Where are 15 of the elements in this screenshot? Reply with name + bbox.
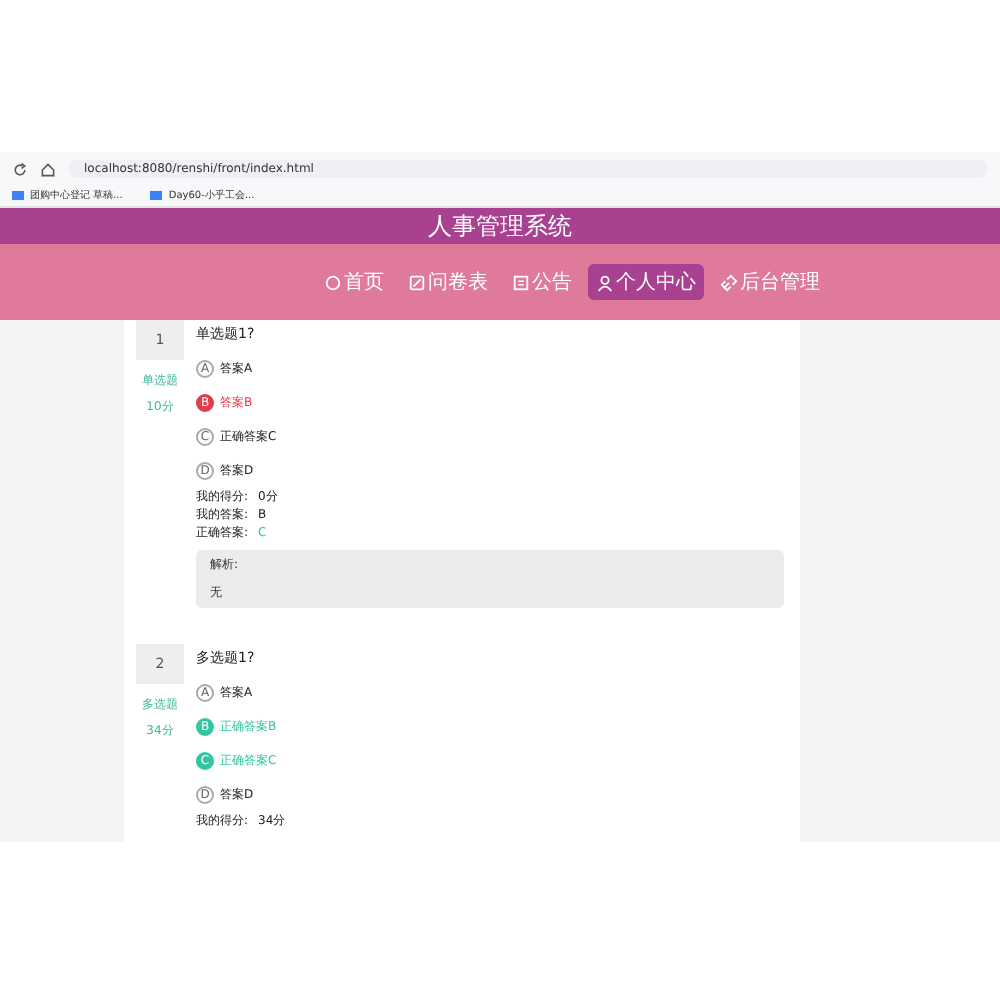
- nav-link[interactable]: 个人中心: [588, 264, 704, 300]
- edit-icon: [408, 273, 426, 291]
- home-icon[interactable]: [40, 161, 56, 177]
- nav-link[interactable]: 问卷表: [400, 264, 496, 300]
- link-icon: [720, 273, 738, 291]
- circle-icon: [324, 273, 342, 291]
- folder-icon: [150, 190, 163, 200]
- nav-link[interactable]: 首页: [316, 264, 392, 300]
- folder-icon: [12, 190, 24, 200]
- nav-link[interactable]: 公告: [504, 264, 580, 300]
- document-icon: [512, 273, 530, 291]
- person-icon: [596, 273, 614, 291]
- reload-icon[interactable]: [12, 161, 28, 177]
- nav-link[interactable]: 后台管理: [712, 264, 828, 300]
- site-title: 人事管理系统: [0, 208, 1000, 244]
